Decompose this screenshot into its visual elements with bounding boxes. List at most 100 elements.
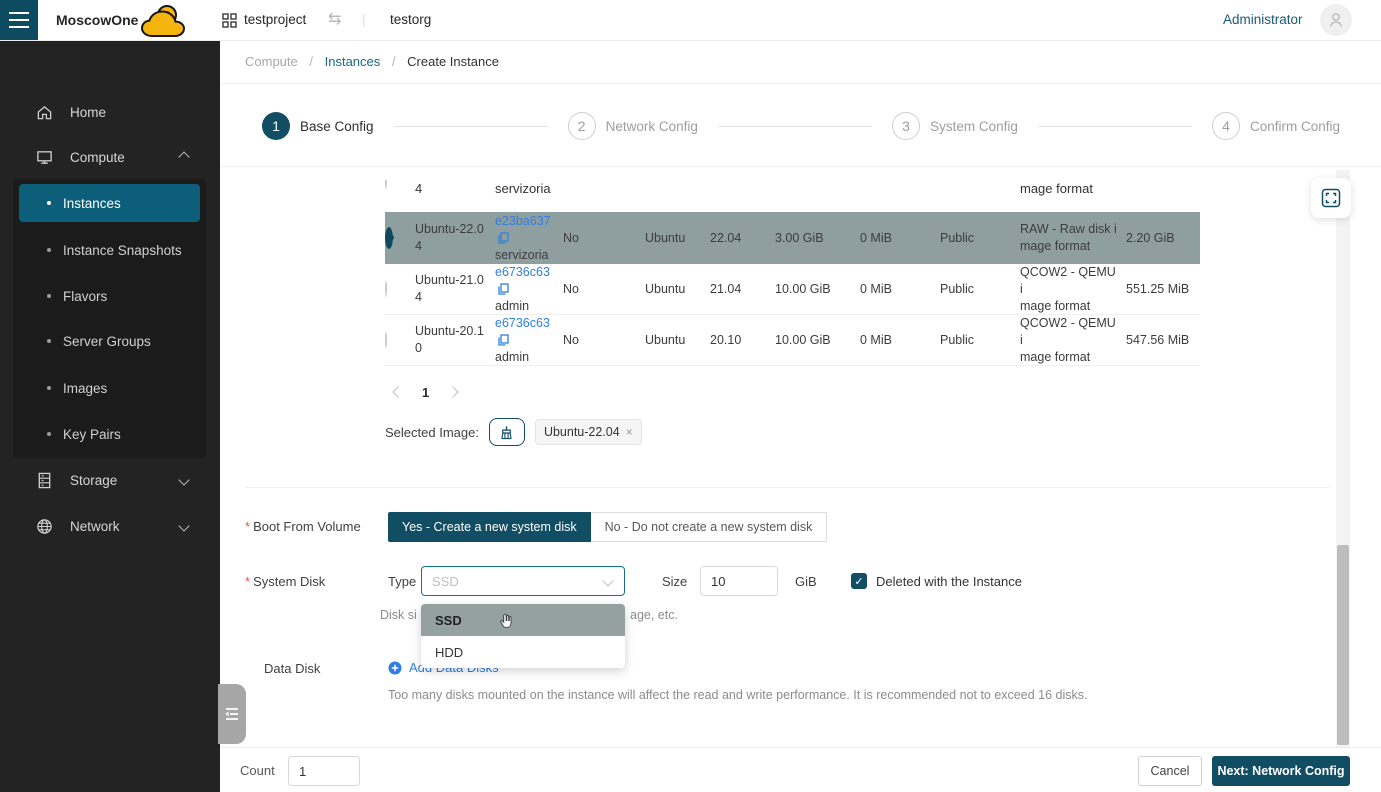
user-role-link[interactable]: Administrator (1223, 0, 1303, 40)
table-row-ubuntu-2010[interactable]: Ubuntu-20.10 e6736c63admin No Ubuntu 20.… (385, 315, 1200, 366)
project-name[interactable]: testproject (244, 0, 306, 40)
image-owner: admin (495, 299, 529, 313)
hamburger-menu-icon[interactable] (0, 0, 38, 40)
boot-volume-no-button[interactable]: No - Do not create a new system disk (591, 512, 828, 542)
org-name[interactable]: testorg (390, 0, 431, 40)
step-connector (1038, 126, 1192, 127)
disk-size-input[interactable] (700, 566, 778, 596)
sidebar-item-network[interactable]: Network (0, 509, 220, 543)
check-icon: ✓ (854, 575, 863, 588)
step-label: Base Config (300, 119, 374, 134)
sidebar-item-compute[interactable]: Compute (0, 140, 220, 174)
step-base-config[interactable]: 1 Base Config (262, 112, 374, 140)
avatar[interactable] (1320, 4, 1352, 36)
create-instance-page: MoscowOne testproject ⇆ | testorg Admini… (0, 0, 1381, 792)
step-connector (718, 126, 872, 127)
sidebar-item-label: Network (70, 519, 120, 534)
sidebar-item-images[interactable]: Images (19, 369, 200, 407)
top-bar: MoscowOne testproject ⇆ | testorg Admini… (0, 0, 1381, 41)
image-id-link[interactable]: e23ba637 (495, 214, 551, 228)
image-os-version: 20.10 (710, 332, 775, 349)
sidebar-item-instance-snapshots[interactable]: Instance Snapshots (19, 231, 200, 269)
sidebar-item-key-pairs[interactable]: Key Pairs (19, 415, 200, 453)
fullscreen-button[interactable] (1311, 178, 1351, 218)
image-id-link[interactable]: e6736c63 (495, 316, 550, 330)
image-table: 4 servizoria mage format Ubuntu-22.04 e2… (385, 180, 1200, 366)
image-protected: No (563, 332, 645, 349)
dropdown-option-ssd[interactable]: SSD (421, 604, 625, 636)
table-row-clipped[interactable]: 4 servizoria mage format (385, 180, 1200, 212)
step-system-config[interactable]: 3 System Config (892, 112, 1018, 140)
sidebar: Home Compute Instances Instance Snapshot… (0, 40, 220, 792)
image-format: QCOW2 - QEMU i (1020, 265, 1116, 296)
image-owner: admin (495, 350, 529, 364)
image-memory: 3.00 GiB (775, 230, 860, 247)
radio-button-selected[interactable] (385, 227, 393, 249)
image-os-version: 22.04 (710, 230, 775, 247)
step-network-config[interactable]: 2 Network Config (568, 112, 698, 140)
step-confirm-config[interactable]: 4 Confirm Config (1212, 112, 1340, 140)
copy-icon[interactable] (498, 334, 509, 346)
step-label: Confirm Config (1250, 119, 1340, 134)
selected-image-label: Selected Image: (385, 425, 479, 440)
copy-icon[interactable] (498, 232, 509, 244)
cancel-button[interactable]: Cancel (1138, 756, 1202, 786)
radio-button[interactable] (385, 180, 387, 189)
clear-selection-button[interactable] (489, 418, 525, 446)
sidebar-item-storage[interactable]: Storage (0, 463, 220, 497)
delete-with-instance-checkbox[interactable]: ✓ (851, 573, 867, 589)
plus-circle-icon (388, 661, 402, 675)
image-size: 551.25 MiB (1126, 281, 1200, 298)
sidebar-collapse-handle[interactable] (218, 684, 246, 744)
next-page-icon[interactable] (443, 380, 463, 404)
image-size: 2.20 GiB (1126, 230, 1200, 247)
image-min-disk: 0 MiB (860, 230, 940, 247)
collapse-panel-icon (224, 707, 240, 721)
remove-tag-icon[interactable]: × (626, 425, 633, 439)
image-format-wrap: mage format (1020, 181, 1093, 196)
sidebar-item-instances[interactable]: Instances (19, 184, 200, 222)
dropdown-option-hdd[interactable]: HDD (421, 636, 625, 668)
breadcrumb-current: Create Instance (407, 54, 499, 69)
radio-button[interactable] (385, 281, 387, 297)
image-protected: No (563, 281, 645, 298)
count-input[interactable] (288, 756, 360, 786)
table-row-ubuntu-2204[interactable]: Ubuntu-22.04 e23ba637servizoria No Ubunt… (385, 212, 1200, 264)
image-min-disk: 0 MiB (860, 281, 940, 298)
step-number: 4 (1212, 112, 1240, 140)
sidebar-item-server-groups[interactable]: Server Groups (19, 322, 200, 360)
user-icon (1327, 11, 1345, 29)
page-number[interactable]: 1 (422, 385, 429, 400)
required-mark: * (245, 574, 250, 589)
prev-page-icon[interactable] (388, 380, 408, 404)
radio-button[interactable] (385, 332, 387, 348)
sidebar-item-label: Instance Snapshots (63, 243, 182, 258)
data-disk-label: Data Disk (264, 661, 320, 676)
scrollbar-thumb[interactable] (1337, 545, 1349, 745)
table-row-ubuntu-2104[interactable]: Ubuntu-21.04 e6736c63admin No Ubuntu 21.… (385, 264, 1200, 315)
step-label: System Config (930, 119, 1018, 134)
chevron-down-icon (602, 575, 613, 586)
compute-submenu: Instances Instance Snapshots Flavors Ser… (13, 179, 206, 458)
breadcrumb-instances-link[interactable]: Instances (325, 54, 381, 69)
disk-type-select[interactable]: SSD (421, 566, 625, 596)
image-format: RAW - Raw disk i (1020, 222, 1117, 236)
image-os-version: 21.04 (710, 281, 775, 298)
bullet-icon (47, 432, 51, 436)
copy-icon[interactable] (498, 283, 509, 295)
required-mark: * (245, 519, 250, 534)
image-protected: No (563, 230, 645, 247)
image-memory: 10.00 GiB (775, 281, 860, 298)
switch-project-icon[interactable]: ⇆ (328, 0, 341, 40)
image-owner: servizoria (495, 181, 551, 196)
selected-image-tag: Ubuntu-22.04 × (535, 419, 642, 445)
system-disk-label: *System Disk (245, 574, 325, 589)
divider (245, 487, 1330, 488)
image-id-link[interactable]: e6736c63 (495, 265, 550, 279)
next-network-config-button[interactable]: Next: Network Config (1212, 756, 1350, 786)
fullscreen-icon (1321, 188, 1341, 208)
sidebar-item-flavors[interactable]: Flavors (19, 277, 200, 315)
sidebar-item-home[interactable]: Home (0, 95, 220, 129)
image-visibility: Public (940, 230, 1020, 247)
boot-volume-yes-button[interactable]: Yes - Create a new system disk (388, 512, 591, 542)
